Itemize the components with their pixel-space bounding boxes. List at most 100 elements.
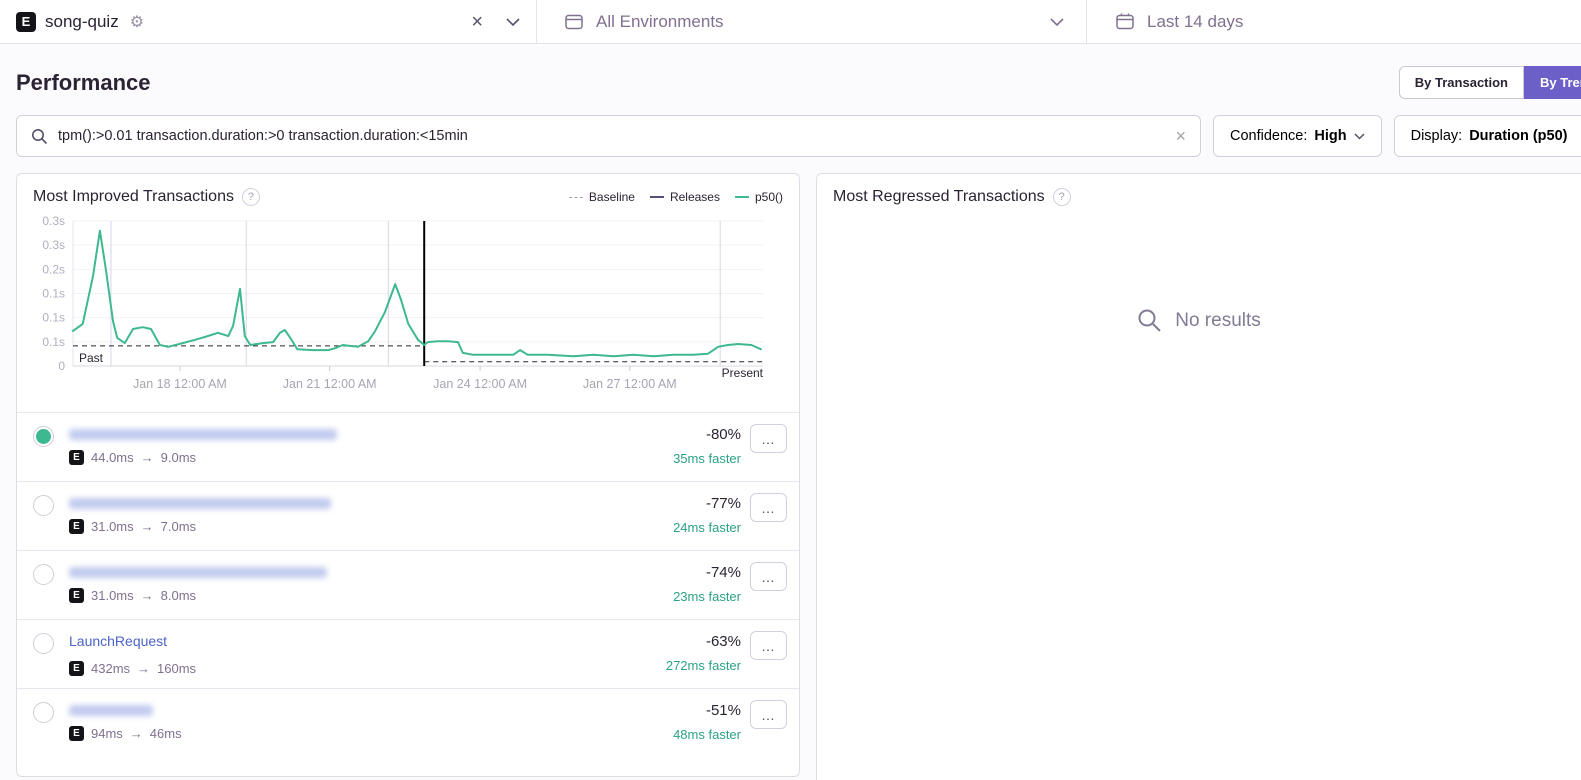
transaction-radio[interactable]	[33, 495, 54, 516]
arrow-right-icon: →	[141, 450, 154, 465]
transaction-row: LaunchRequestE432ms→160ms-63%272ms faste…	[17, 619, 799, 688]
search-icon	[31, 128, 48, 145]
legend-label: p50()	[755, 190, 783, 204]
window-icon	[565, 14, 583, 30]
no-results-empty-state: No results	[817, 308, 1581, 333]
by-trend-button[interactable]: By Trend	[1524, 66, 1581, 99]
environment-label: All Environments	[596, 12, 724, 32]
chevron-down-icon[interactable]	[506, 18, 520, 26]
project-name: song-quiz	[45, 12, 119, 32]
faster-badge: 23ms faster	[673, 589, 741, 604]
svg-text:Jan 24 12:00 AM: Jan 24 12:00 AM	[433, 377, 527, 391]
view-toggle-group: By Transaction By Trend	[1399, 66, 1581, 99]
legend-item[interactable]: Baseline	[569, 190, 635, 204]
arrow-right-icon: →	[137, 661, 150, 676]
transaction-radio[interactable]	[33, 702, 54, 723]
duration-from: 31.0ms	[91, 519, 134, 534]
duration-line: E44.0ms→9.0ms	[69, 450, 673, 465]
transaction-name-blurred[interactable]	[69, 429, 337, 440]
svg-text:Present: Present	[722, 366, 764, 380]
legend-item[interactable]: p50()	[735, 190, 783, 204]
clear-project-icon[interactable]: ×	[471, 12, 483, 32]
search-input[interactable]: tpm():>0.01 transaction.duration:>0 tran…	[16, 115, 1201, 157]
confidence-value: High	[1314, 128, 1346, 144]
legend-swatch	[650, 196, 664, 198]
change-percent: -51%	[706, 702, 741, 719]
regressed-panel-title: Most Regressed Transactions	[833, 188, 1045, 206]
calendar-icon	[1116, 13, 1134, 30]
legend-swatch	[569, 197, 583, 198]
project-logo-icon: E	[16, 12, 36, 32]
legend-swatch	[735, 196, 749, 198]
search-query: tpm():>0.01 transaction.duration:>0 tran…	[58, 128, 1165, 144]
duration-line: E432ms→160ms	[69, 661, 666, 676]
page-body: Performance By Transaction By Trend tpm(…	[0, 44, 1581, 780]
transaction-name-link[interactable]: LaunchRequest	[69, 633, 167, 649]
row-actions-menu-button[interactable]: …	[750, 631, 787, 660]
chevron-down-icon[interactable]	[1050, 18, 1064, 26]
page-title: Performance	[16, 70, 151, 96]
duration-to: 7.0ms	[161, 519, 196, 534]
svg-text:0.2s: 0.2s	[42, 262, 65, 276]
arrow-right-icon: →	[141, 588, 154, 603]
project-logo-icon: E	[69, 519, 84, 534]
duration-line: E31.0ms→8.0ms	[69, 588, 673, 603]
transaction-row: E31.0ms→8.0ms-74%23ms faster…	[17, 550, 799, 619]
faster-badge: 35ms faster	[673, 451, 741, 466]
date-range-selector[interactable]: Last 14 days	[1087, 0, 1581, 43]
chevron-down-icon	[1354, 133, 1365, 140]
transaction-radio[interactable]	[33, 633, 54, 654]
duration-from: 94ms	[91, 726, 123, 741]
duration-to: 8.0ms	[161, 588, 196, 603]
change-percent: -80%	[706, 426, 741, 443]
transaction-name-blurred[interactable]	[69, 498, 331, 509]
row-actions-menu-button[interactable]: …	[750, 562, 787, 591]
transaction-name-blurred[interactable]	[69, 705, 153, 716]
help-icon[interactable]: ?	[1053, 188, 1071, 206]
svg-text:0.1s: 0.1s	[42, 287, 65, 301]
transaction-radio[interactable]	[33, 564, 54, 585]
svg-text:0.1s: 0.1s	[42, 335, 65, 349]
by-transaction-button[interactable]: By Transaction	[1399, 66, 1524, 99]
environment-selector[interactable]: All Environments	[537, 0, 1087, 43]
duration-to: 9.0ms	[161, 450, 196, 465]
help-icon[interactable]: ?	[242, 188, 260, 206]
legend-label: Baseline	[589, 190, 635, 204]
improved-panel-title: Most Improved Transactions	[33, 188, 234, 206]
svg-text:Jan 21 12:00 AM: Jan 21 12:00 AM	[283, 377, 377, 391]
display-value: Duration (p50)	[1469, 128, 1567, 144]
svg-text:0: 0	[58, 359, 65, 373]
svg-text:Past: Past	[79, 351, 104, 365]
change-percent: -74%	[706, 564, 741, 581]
duration-line: E 31.0ms → 7.0ms	[69, 519, 673, 534]
project-selector[interactable]: E song-quiz ⚙ ×	[0, 0, 537, 43]
confidence-dropdown[interactable]: Confidence: High	[1213, 115, 1382, 157]
chart-legend: Baseline Releases p50()	[569, 190, 783, 204]
project-logo-icon: E	[69, 726, 84, 741]
display-dropdown[interactable]: Display: Duration (p50)	[1394, 115, 1581, 157]
duration-line: E 94ms → 46ms	[69, 726, 673, 741]
faster-badge: 48ms faster	[673, 727, 741, 742]
row-actions-menu-button[interactable]: …	[750, 700, 787, 729]
svg-text:0.3s: 0.3s	[42, 216, 65, 228]
arrow-right-icon: →	[130, 726, 143, 741]
project-settings-gear-icon[interactable]: ⚙	[130, 12, 144, 32]
transaction-radio[interactable]	[33, 426, 54, 447]
legend-item[interactable]: Releases	[650, 190, 720, 204]
svg-text:Jan 18 12:00 AM: Jan 18 12:00 AM	[133, 377, 227, 391]
improved-chart: 0.3s0.3s0.2s0.1s0.1s0.1s0Jan 18 12:00 AM…	[27, 216, 783, 398]
topbar: E song-quiz ⚙ × All Environments Last 14…	[0, 0, 1581, 44]
radio-selected-dot	[36, 429, 51, 444]
search-clear-icon[interactable]: ×	[1175, 126, 1186, 147]
row-actions-menu-button[interactable]: …	[750, 493, 787, 522]
search-icon	[1137, 308, 1162, 333]
duration-from: 44.0ms	[91, 450, 134, 465]
row-actions-menu-button[interactable]: …	[750, 424, 787, 453]
legend-label: Releases	[670, 190, 720, 204]
duration-from: 31.0ms	[91, 588, 134, 603]
transaction-row: E44.0ms→9.0ms-80%35ms faster…	[17, 412, 799, 481]
transaction-name-blurred[interactable]	[69, 567, 327, 578]
duration-to: 46ms	[150, 726, 182, 741]
arrow-right-icon: →	[141, 519, 154, 534]
transaction-row: E 94ms → 46ms -51% 48ms faster …	[17, 688, 799, 757]
